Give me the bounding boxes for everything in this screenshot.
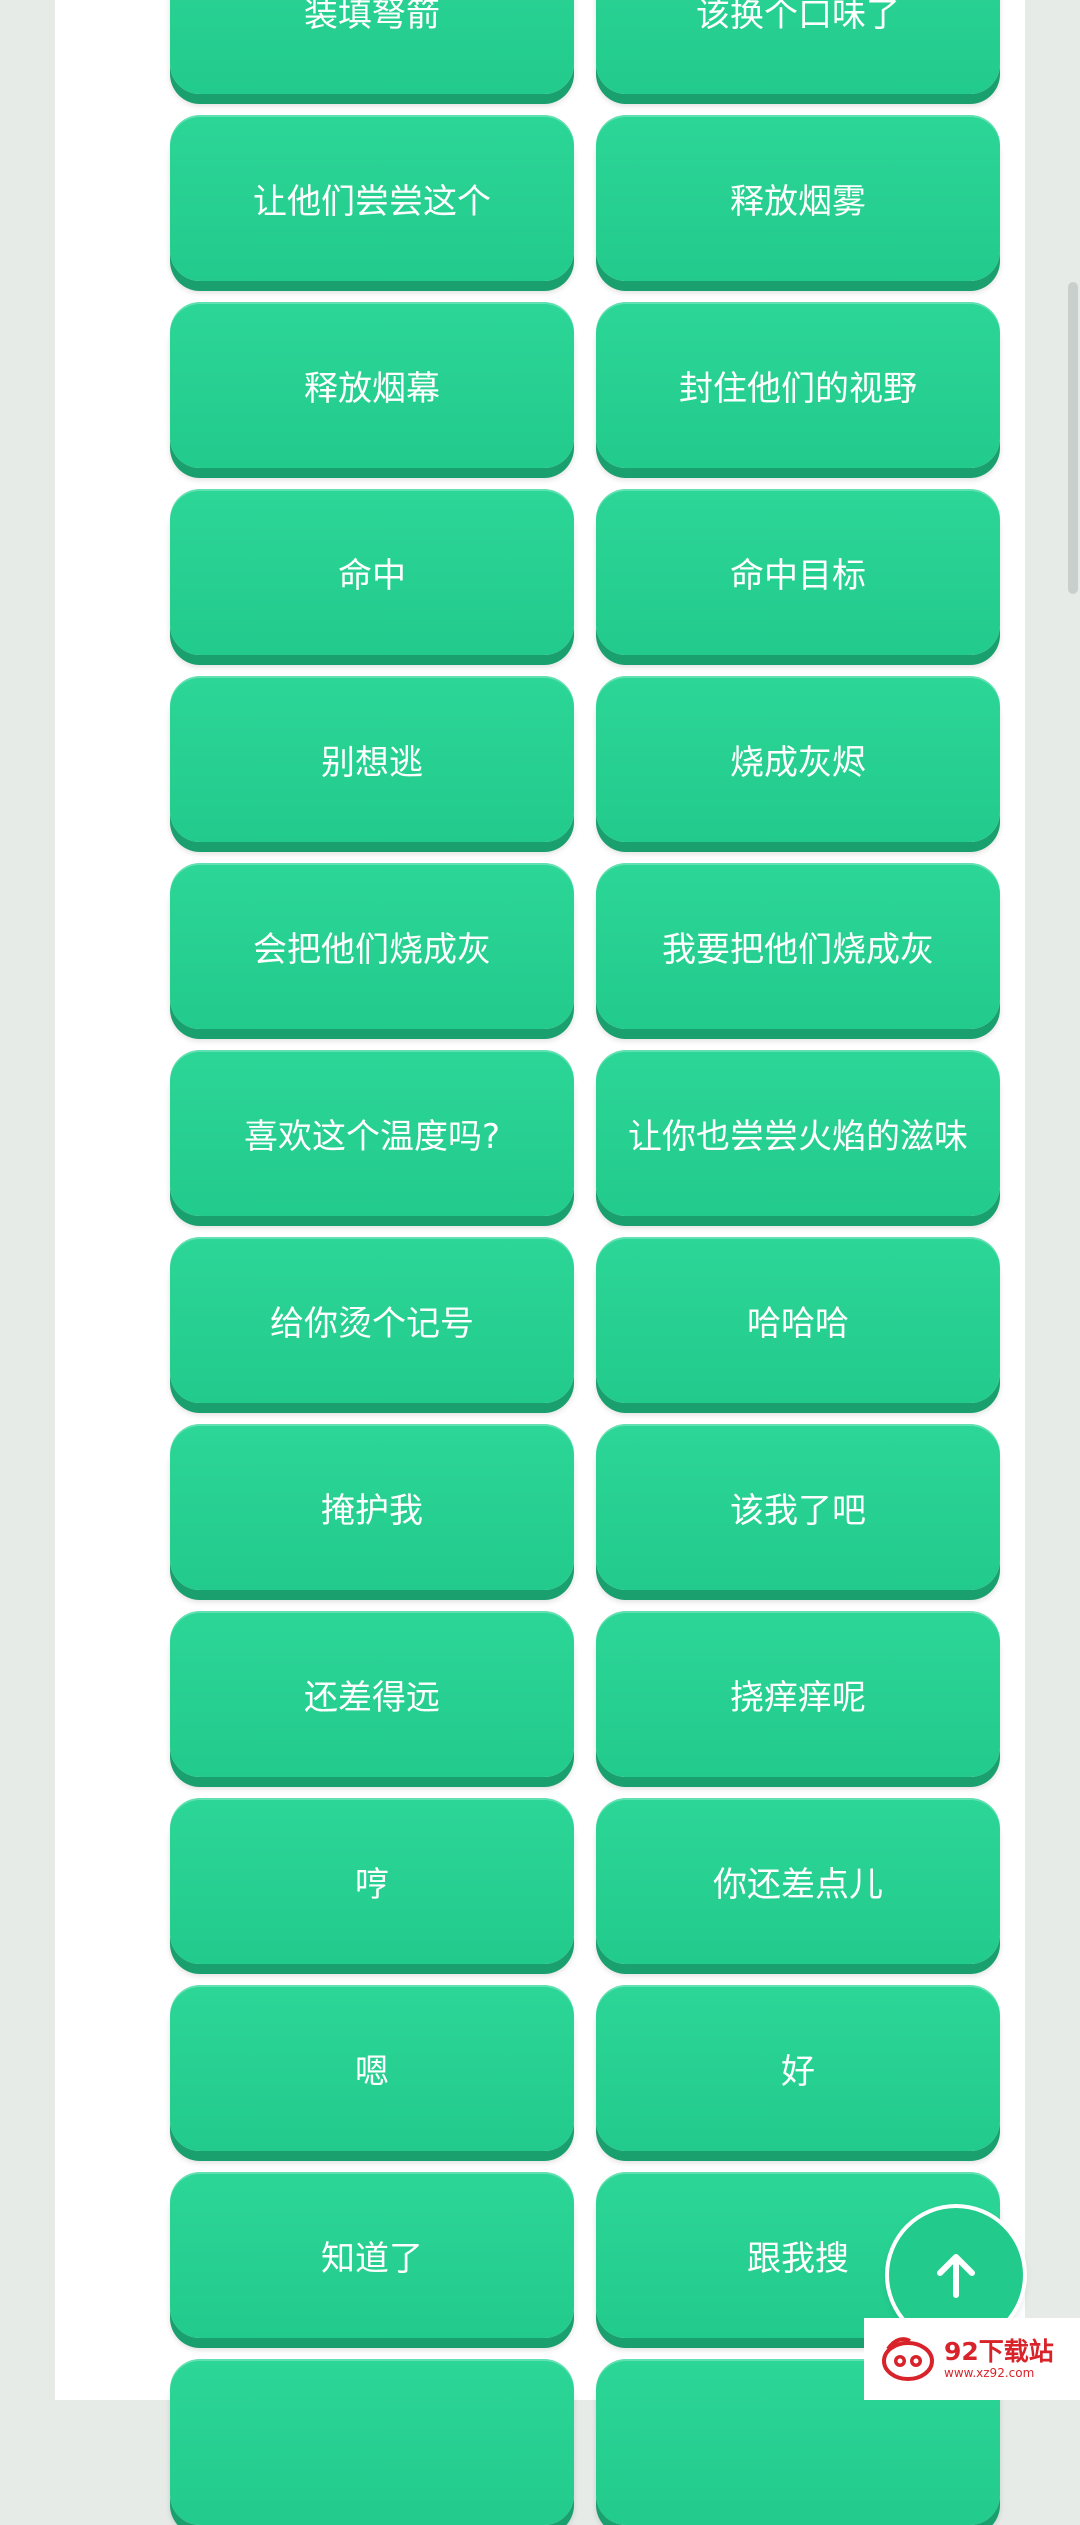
- voice-line-button[interactable]: 别想逃: [170, 676, 574, 842]
- voice-line-button[interactable]: 命中目标: [596, 489, 1000, 655]
- voice-line-button[interactable]: 让你也尝尝火焰的滋味: [596, 1050, 1000, 1216]
- voice-line-button[interactable]: 让他们尝尝这个: [170, 115, 574, 281]
- voice-line-button[interactable]: 好: [596, 1985, 1000, 2151]
- voice-line-button[interactable]: 封住他们的视野: [596, 302, 1000, 468]
- voice-line-button[interactable]: [170, 2359, 574, 2525]
- voice-line-button[interactable]: 该换个口味了: [596, 0, 1000, 94]
- voice-line-button[interactable]: 还差得远: [170, 1611, 574, 1777]
- voice-line-button[interactable]: 命中: [170, 489, 574, 655]
- voice-line-button[interactable]: 知道了: [170, 2172, 574, 2338]
- voice-line-button[interactable]: 哼: [170, 1798, 574, 1964]
- voice-line-button[interactable]: 释放烟雾: [596, 115, 1000, 281]
- voice-line-button[interactable]: 该我了吧: [596, 1424, 1000, 1590]
- watermark-url: www.xz92.com: [944, 2366, 1035, 2380]
- voice-line-button[interactable]: 嗯: [170, 1985, 574, 2151]
- voice-line-button[interactable]: 烧成灰烬: [596, 676, 1000, 842]
- voice-line-button[interactable]: 释放烟幕: [170, 302, 574, 468]
- voice-line-button[interactable]: 装填弩箭: [170, 0, 574, 94]
- voice-line-button[interactable]: 我要把他们烧成灰: [596, 863, 1000, 1029]
- arrow-up-icon: [937, 2254, 975, 2298]
- watermark-name: 92下载站: [944, 2337, 1054, 2366]
- watermark-logo: 92下载站 www.xz92.com: [864, 2318, 1080, 2400]
- voice-line-button[interactable]: 会把他们烧成灰: [170, 863, 574, 1029]
- voice-line-button[interactable]: 你还差点儿: [596, 1798, 1000, 1964]
- voice-line-button[interactable]: 喜欢这个温度吗?: [170, 1050, 574, 1216]
- voice-line-button[interactable]: 给你烫个记号: [170, 1237, 574, 1403]
- voice-line-button[interactable]: 掩护我: [170, 1424, 574, 1590]
- voice-line-button[interactable]: 挠痒痒呢: [596, 1611, 1000, 1777]
- page-content: 装填弩箭 该换个口味了 让他们尝尝这个 释放烟雾 释放烟幕 封住他们的视野 命中 命中目标 别想…: [55, 0, 1025, 2525]
- voice-line-button[interactable]: 哈哈哈: [596, 1237, 1000, 1403]
- bird-logo-icon: [882, 2337, 934, 2381]
- scrollbar[interactable]: [1068, 282, 1078, 594]
